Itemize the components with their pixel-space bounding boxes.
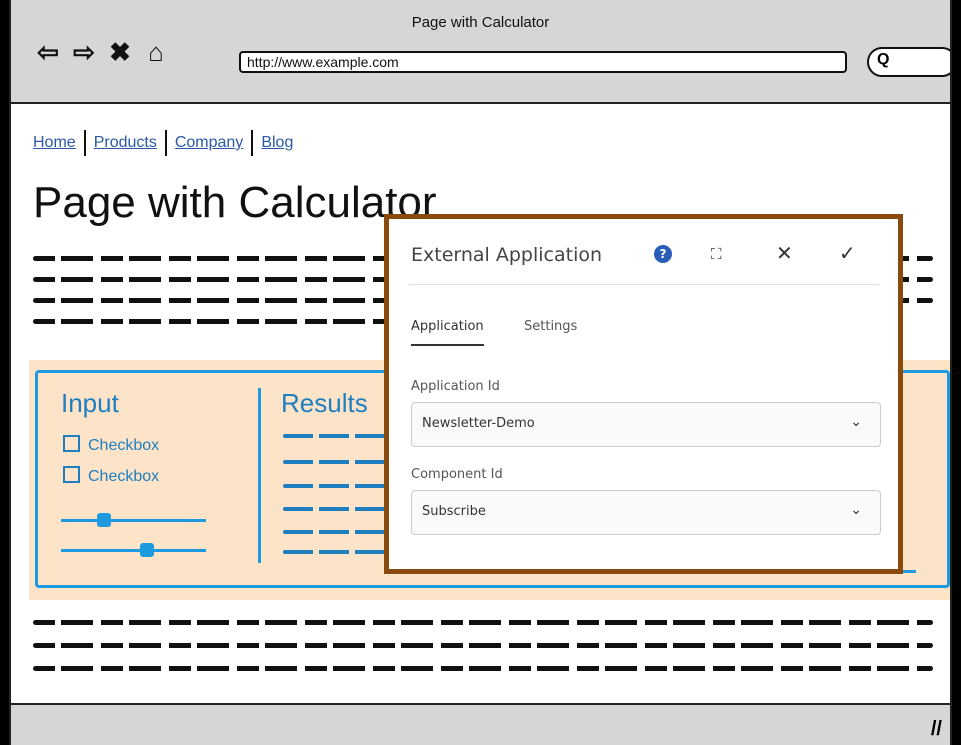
checkbox-2[interactable]: Checkbox (63, 466, 159, 486)
fullscreen-icon[interactable]: ⛶ (711, 245, 722, 263)
stop-icon[interactable]: ✖ (107, 38, 133, 66)
checkbox-label: Checkbox (88, 468, 160, 485)
results-heading: Results (281, 388, 368, 418)
slider-thumb[interactable] (140, 543, 154, 557)
site-nav: Home Products Company Blog (33, 130, 293, 156)
browser-toolbar: Page with Calculator ⇦ ⇨ ✖ ⌂ http://www.… (11, 0, 950, 104)
nav-link-home[interactable]: Home (33, 134, 76, 151)
forward-arrow-icon[interactable]: ⇨ (71, 38, 97, 66)
slider-thumb[interactable] (97, 513, 111, 527)
nav-link-blog[interactable]: Blog (261, 134, 293, 151)
confirm-check-icon[interactable]: ✓ (839, 241, 856, 265)
slider-track[interactable] (61, 549, 206, 552)
external-application-dialog: External Application ? ⛶ ✕ ✓ Application… (384, 214, 903, 574)
back-arrow-icon[interactable]: ⇦ (35, 38, 61, 66)
checkbox-box[interactable] (63, 466, 80, 483)
application-id-select[interactable]: Newsletter-Demo ⌄ (411, 402, 881, 447)
panel-divider (258, 388, 261, 563)
checkbox-1[interactable]: Checkbox (63, 435, 159, 455)
chevron-down-icon: ⌄ (850, 414, 862, 430)
nav-link-company[interactable]: Company (175, 134, 243, 151)
placeholder-text-line (33, 666, 933, 671)
help-icon[interactable]: ? (654, 245, 672, 263)
results-text-line (283, 507, 393, 511)
results-text-line (283, 434, 393, 438)
dialog-title: External Application (411, 244, 603, 266)
tab-settings[interactable]: Settings (524, 319, 577, 334)
nav-divider (83, 130, 86, 156)
status-bar: // (11, 703, 950, 745)
application-id-value: Newsletter-Demo (422, 416, 535, 431)
input-heading: Input (61, 388, 119, 418)
nav-link-products[interactable]: Products (94, 134, 157, 151)
dialog-divider (409, 284, 879, 285)
page-title: Page with Calculator (33, 178, 437, 227)
address-bar[interactable]: http://www.example.com (239, 51, 847, 73)
placeholder-text-line (33, 643, 933, 648)
window-title: Page with Calculator (411, 14, 550, 31)
results-text-line (283, 530, 393, 534)
results-text-line (283, 484, 393, 488)
component-id-label: Component Id (411, 467, 503, 482)
tab-application[interactable]: Application (411, 319, 484, 346)
component-id-value: Subscribe (422, 504, 486, 519)
search-icon: Q (877, 51, 890, 68)
application-id-label: Application Id (411, 379, 500, 394)
home-icon[interactable]: ⌂ (143, 38, 169, 66)
resize-grip-icon[interactable]: // (931, 718, 942, 741)
search-box[interactable]: Q (867, 47, 950, 77)
nav-divider (251, 130, 254, 156)
nav-divider (164, 130, 167, 156)
checkbox-label: Checkbox (88, 437, 160, 454)
results-text-line (283, 460, 393, 464)
checkbox-box[interactable] (63, 435, 80, 452)
slider-track[interactable] (61, 519, 206, 522)
close-icon[interactable]: ✕ (776, 241, 793, 265)
component-id-select[interactable]: Subscribe ⌄ (411, 490, 881, 535)
chevron-down-icon: ⌄ (850, 502, 862, 518)
results-text-line (283, 550, 393, 554)
placeholder-text-line (33, 620, 933, 625)
